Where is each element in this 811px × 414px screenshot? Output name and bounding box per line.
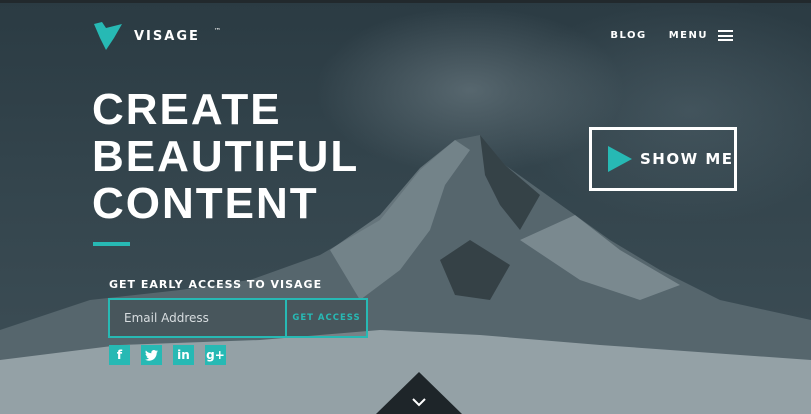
get-access-button[interactable]: GET ACCESS [287,300,366,336]
top-navigation: BLOG MENU [610,30,733,41]
headline-line: CONTENT [92,179,319,228]
headline-line: CREATE [92,85,282,134]
show-me-button[interactable]: SHOW ME [589,127,737,191]
signup-form: GET ACCESS [108,298,368,338]
menu-label: MENU [668,30,708,41]
linkedin-icon[interactable]: in [173,345,194,365]
nav-blog-link[interactable]: BLOG [610,30,646,41]
email-field[interactable] [110,300,285,336]
menu-button[interactable]: MENU [669,30,733,41]
logo-mark-icon [94,22,122,50]
signup-heading: GET EARLY ACCESS TO VISAGE [109,278,323,291]
facebook-icon[interactable]: f [109,345,130,365]
hamburger-icon [718,30,733,41]
twitter-icon[interactable] [141,345,162,365]
scroll-down-button[interactable] [376,372,462,414]
google-plus-icon[interactable]: g+ [205,345,226,365]
brand-logo[interactable]: VISAGE ™ [92,20,221,52]
headline-accent-bar [93,242,130,246]
show-me-label: SHOW ME [640,150,734,168]
social-links: f in g+ [109,345,226,365]
hero-headline: CREATE BEAUTIFUL CONTENT [92,86,359,227]
play-icon [608,146,632,172]
headline-line: BEAUTIFUL [92,132,360,181]
brand-name: VISAGE [134,28,200,44]
trademark-symbol: ™ [213,27,221,35]
top-edge [0,0,811,3]
